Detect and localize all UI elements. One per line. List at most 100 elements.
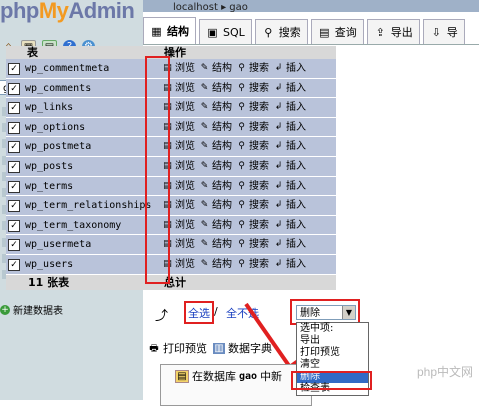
printer-icon: 🖶 [149,342,159,354]
table-name-link[interactable]: wp_usermeta [25,235,91,254]
phpmyadmin-logo[interactable]: phpMyAdmin [0,0,135,24]
row-checkbox[interactable]: ✓ [8,160,20,173]
structure-label: 结构 [212,160,232,172]
insert-action[interactable]: ↲ 插入 [273,255,306,274]
search-icon: ⚲ [238,219,245,230]
row-checkbox[interactable]: ✓ [8,102,20,115]
insert-label: 插入 [286,160,306,172]
structure-action[interactable]: ✎ 结构 [199,79,232,98]
tab-label: SQL [223,25,245,39]
structure-action[interactable]: ✎ 结构 [199,98,232,117]
tab-sql[interactable]: ▣ SQL [199,19,252,44]
table-name-link[interactable]: wp_postmeta [25,137,91,156]
search-action[interactable]: ⚲ 搜索 [236,216,269,235]
separator: / [214,305,218,318]
insert-action[interactable]: ↲ 插入 [273,216,306,235]
data-dictionary-link[interactable]: ▥ 数据字典 [213,340,272,356]
insert-action[interactable]: ↲ 插入 [273,196,306,215]
row-actions: ▤ 浏览 ✎ 结构 ⚲ 搜索 ↲ 插入 [162,79,306,98]
row-actions: ▤ 浏览 ✎ 结构 ⚲ 搜索 ↲ 插入 [162,177,306,196]
tab-export[interactable]: ⇪ 导出 [366,19,420,44]
search-action[interactable]: ⚲ 搜索 [236,79,269,98]
browse-label: 浏览 [175,180,195,192]
insert-icon: ↲ [274,141,283,152]
tab-import[interactable]: ⇩ 导 [422,19,465,44]
structure-action[interactable]: ✎ 结构 [199,118,232,137]
structure-icon: ✎ [200,63,209,73]
search-action[interactable]: ⚲ 搜索 [236,118,269,137]
insert-icon: ↲ [274,82,283,93]
search-icon: ⚲ [238,200,245,211]
table-name-link[interactable]: wp_term_taxonomy [25,216,121,235]
dropdown-option[interactable]: 导出 [297,335,368,347]
dropdown-option[interactable]: 打印预览 [297,347,368,359]
table-name-link[interactable]: wp_commentmeta [25,59,109,78]
table-name-link[interactable]: wp_terms [25,177,73,196]
row-checkbox[interactable]: ✓ [8,219,20,232]
insert-action[interactable]: ↲ 插入 [273,157,306,176]
structure-label: 结构 [212,141,232,153]
search-action[interactable]: ⚲ 搜索 [236,98,269,117]
insert-action[interactable]: ↲ 插入 [273,137,306,156]
row-checkbox[interactable]: ✓ [8,82,20,95]
insert-action[interactable]: ↲ 插入 [273,79,306,98]
insert-label: 插入 [286,121,306,133]
table-name-link[interactable]: wp_users [25,255,73,274]
row-actions: ▤ 浏览 ✎ 结构 ⚲ 搜索 ↲ 插入 [162,118,306,137]
structure-action[interactable]: ✎ 结构 [199,255,232,274]
dropdown-option[interactable]: 清空 [297,359,368,371]
table-name-link[interactable]: wp_links [25,98,73,117]
structure-action[interactable]: ✎ 结构 [199,235,232,254]
insert-action[interactable]: ↲ 插入 [273,177,306,196]
print-view-link[interactable]: 🖶 打印预览 [148,340,207,356]
search-action[interactable]: ⚲ 搜索 [236,196,269,215]
new-table-link[interactable]: + 新建数据表 [0,302,63,317]
structure-action[interactable]: ✎ 结构 [199,157,232,176]
search-action[interactable]: ⚲ 搜索 [236,157,269,176]
row-checkbox[interactable]: ✓ [8,180,20,193]
dropdown-option[interactable]: 选中项: [297,323,368,335]
create-table-label: ▤ 在数据库 gao 中新 [175,368,282,384]
search-action[interactable]: ⚲ 搜索 [236,137,269,156]
structure-action[interactable]: ✎ 结构 [199,137,232,156]
structure-action[interactable]: ✎ 结构 [199,177,232,196]
tab-search[interactable]: ⚲ 搜索 [254,19,308,44]
insert-label: 插入 [286,258,306,270]
row-checkbox[interactable]: ✓ [8,239,20,252]
browse-label: 浏览 [175,121,195,133]
row-checkbox[interactable]: ✓ [8,141,20,154]
search-action[interactable]: ⚲ 搜索 [236,235,269,254]
checkbox-highlight-frame [145,56,170,284]
tab-structure[interactable]: ▦ 结构 [143,17,196,44]
insert-action[interactable]: ↲ 插入 [273,235,306,254]
watermark: php中文网 [416,365,473,379]
structure-action[interactable]: ✎ 结构 [199,216,232,235]
table-row: ✓ wp_term_relationships ▤ 浏览 ✎ 结构 ⚲ 搜索 ↲ 插入 [6,196,336,216]
search-action[interactable]: ⚲ 搜索 [236,177,269,196]
search-icon: ⚲ [238,102,245,113]
insert-action[interactable]: ↲ 插入 [273,98,306,117]
row-checkbox[interactable]: ✓ [8,121,20,134]
table-name-link[interactable]: wp_term_relationships [25,196,151,215]
row-checkbox[interactable]: ✓ [8,200,20,213]
table-name-link[interactable]: wp_posts [25,157,73,176]
insert-label: 插入 [286,102,306,114]
structure-action[interactable]: ✎ 结构 [199,59,232,78]
browse-label: 浏览 [175,239,195,251]
row-checkbox[interactable]: ✓ [8,63,20,75]
search-label: 搜索 [249,219,269,231]
row-actions: ▤ 浏览 ✎ 结构 ⚲ 搜索 ↲ 插入 [162,157,306,176]
insert-action[interactable]: ↲ 插入 [273,59,306,78]
structure-icon: ✎ [200,141,209,152]
header-table[interactable]: 表 [27,46,38,59]
tab-query[interactable]: ▤ 查询 [310,19,364,44]
structure-action[interactable]: ✎ 结构 [199,196,232,215]
table-name-link[interactable]: wp_comments [25,79,91,98]
table-name-link[interactable]: wp_options [25,118,85,137]
row-checkbox[interactable]: ✓ [8,258,20,271]
query-icon: ▤ [319,25,330,39]
search-action[interactable]: ⚲ 搜索 [236,59,269,78]
search-action[interactable]: ⚲ 搜索 [236,255,269,274]
new-table-label: 新建数据表 [13,306,63,317]
insert-action[interactable]: ↲ 插入 [273,118,306,137]
